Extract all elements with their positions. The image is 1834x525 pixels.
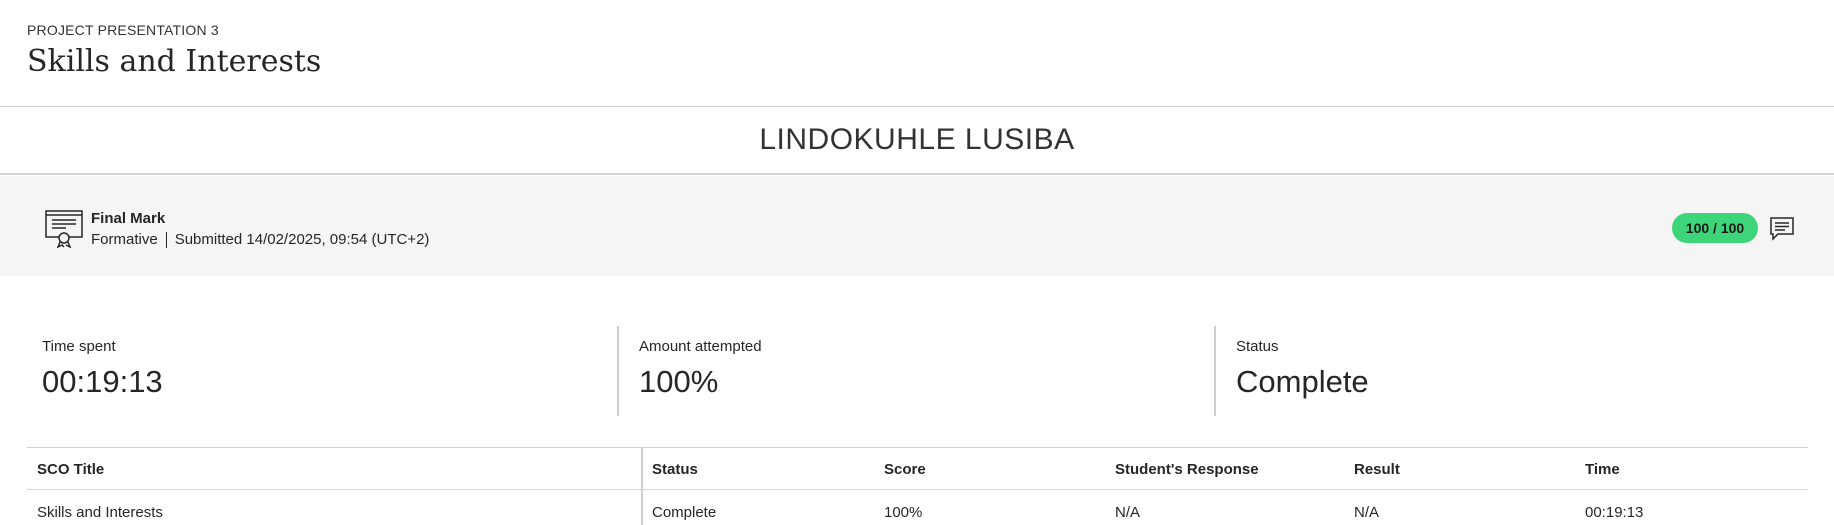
stat-value: 100% [639,364,719,399]
student-name: LINDOKUHLE LUSIBA [759,123,1075,156]
table-header-row: SCO Title Status Score Student's Respons… [27,448,1808,490]
table-row: Skills and Interests Complete 100% N/A N… [27,490,1808,525]
page-title: Skills and Interests [27,44,322,79]
cell-result: N/A [1354,504,1380,521]
column-header-score: Score [884,461,926,478]
column-header-result: Result [1354,461,1400,478]
cell-time: 00:19:13 [1585,504,1644,521]
stat-label: Amount attempted [639,338,762,355]
score-badge: 100 / 100 [1672,213,1758,243]
column-header-time: Time [1585,461,1620,478]
stat-divider [1214,326,1216,416]
assessment-overline: PROJECT PRESENTATION 3 [27,22,219,38]
submission-date: Submitted 14/02/2025, 09:54 (UTC+2) [174,231,430,248]
grade-meta: Formative Submitted 14/02/2025, 09:54 (U… [91,231,429,248]
certificate-icon [44,208,84,249]
page-header: PROJECT PRESENTATION 3 Skills and Intere… [0,0,1834,107]
column-header-sco-title: SCO Title [37,461,105,478]
stat-value: 00:19:13 [42,364,163,399]
stat-label: Time spent [42,338,116,355]
cell-status: Complete [652,504,717,521]
student-name-band: LINDOKUHLE LUSIBA [0,107,1834,175]
cell-score: 100% [884,504,923,521]
feedback-comment-icon[interactable] [1769,215,1795,241]
grade-category: Formative [91,231,158,248]
stat-value: Complete [1236,364,1369,399]
column-header-response: Student's Response [1115,461,1259,478]
meta-separator [165,231,167,248]
sco-table: SCO Title Status Score Student's Respons… [27,447,1808,525]
grade-summary: Final Mark Formative Submitted 14/02/202… [0,176,1834,276]
stat-divider [617,326,619,416]
grade-title: Final Mark [91,210,166,227]
column-header-status: Status [652,461,698,478]
cell-sco-title: Skills and Interests [37,504,163,521]
stat-label: Status [1236,338,1279,355]
cell-response: N/A [1115,504,1141,521]
attempt-stats: Time spent 00:19:13 Amount attempted 100… [0,326,1834,416]
